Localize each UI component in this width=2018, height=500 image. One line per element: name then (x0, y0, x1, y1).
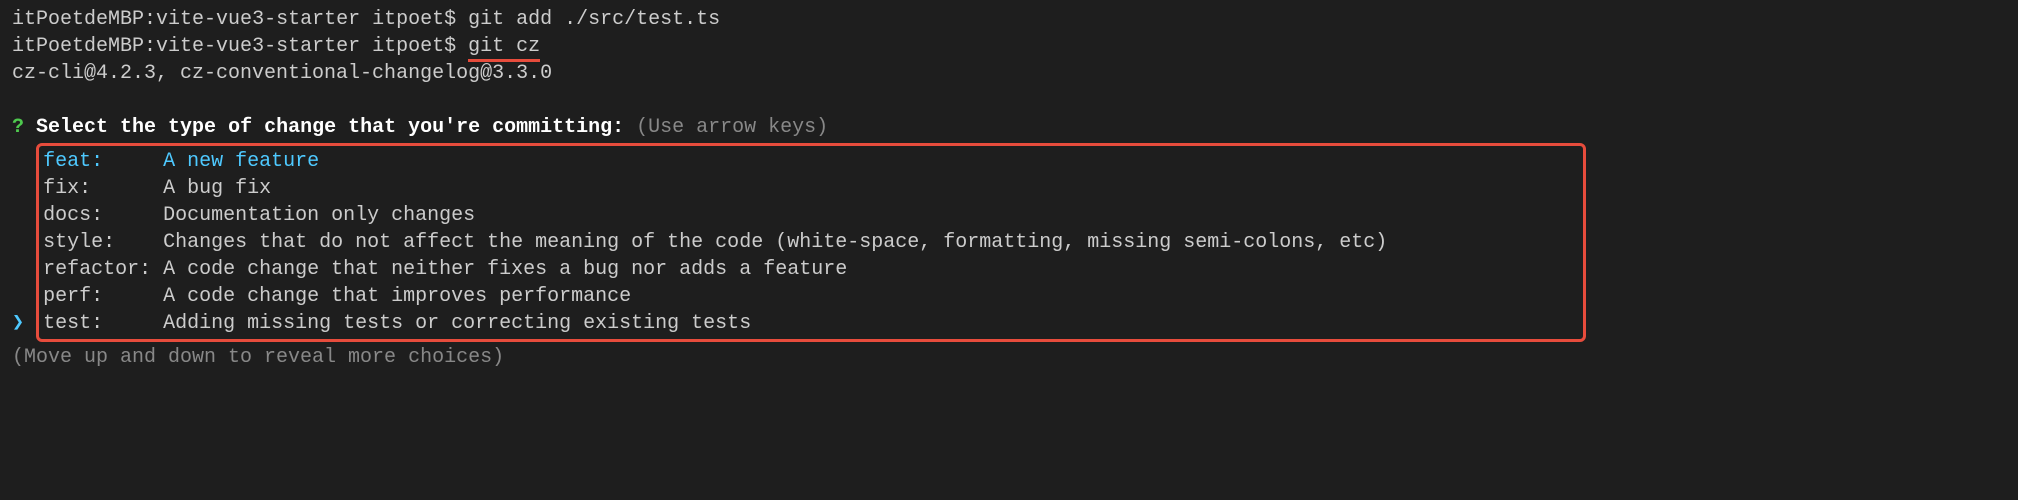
footer-hint: (Move up and down to reveal more choices… (12, 346, 504, 369)
prompt-space (360, 8, 372, 31)
option-desc: A code change that neither fixes a bug n… (163, 258, 847, 281)
prompt-path: vite-vue3-starter (156, 35, 360, 58)
prompt-user: itpoet (372, 8, 444, 31)
terminal-line-1: itPoetdeMBP:vite-vue3-starter itpoet$ gi… (12, 6, 2006, 33)
question-line: ? Select the type of change that you're … (12, 114, 2006, 141)
prompt-host: itPoetdeMBP (12, 8, 144, 31)
option-docs[interactable]: docs: Documentation only changes (43, 202, 1579, 229)
version-text: cz-cli@4.2.3, cz-conventional-changelog@… (12, 62, 552, 85)
option-test[interactable]: test: Adding missing tests or correcting… (43, 310, 1579, 337)
space (24, 312, 36, 335)
command-2: git cz (468, 35, 540, 62)
space (24, 116, 36, 139)
option-label: feat: (43, 150, 163, 173)
terminal-line-2: itPoetdeMBP:vite-vue3-starter itpoet$ gi… (12, 33, 2006, 60)
option-label: docs: (43, 204, 163, 227)
option-refactor[interactable]: refactor: A code change that neither fix… (43, 256, 1579, 283)
option-label: fix: (43, 177, 163, 200)
option-label: test: (43, 312, 163, 335)
selector-arrow-icon: ❯ (12, 312, 24, 335)
option-desc: A code change that improves performance (163, 285, 631, 308)
prompt-separator: : (144, 35, 156, 58)
option-style[interactable]: style: Changes that do not affect the me… (43, 229, 1579, 256)
option-feat[interactable]: feat: A new feature (43, 148, 1579, 175)
prompt-separator: : (144, 8, 156, 31)
option-label: style: (43, 231, 163, 254)
option-desc: A bug fix (163, 177, 271, 200)
question-text: Select the type of change that you're co… (36, 116, 624, 139)
option-desc: Changes that do not affect the meaning o… (163, 231, 1387, 254)
prompt-dollar: $ (444, 8, 468, 31)
space (624, 116, 636, 139)
option-label: perf: (43, 285, 163, 308)
question-mark-icon: ? (12, 116, 24, 139)
prompt-user: itpoet (372, 35, 444, 58)
option-perf[interactable]: perf: A code change that improves perfor… (43, 283, 1579, 310)
command-1: git add ./src/test.ts (468, 8, 720, 31)
version-line: cz-cli@4.2.3, cz-conventional-changelog@… (12, 60, 2006, 87)
prompt-dollar: $ (444, 35, 468, 58)
footer-line: (Move up and down to reveal more choices… (12, 344, 2006, 371)
option-desc: Adding missing tests or correcting exist… (163, 312, 751, 335)
option-label: refactor: (43, 258, 163, 281)
prompt-host: itPoetdeMBP (12, 35, 144, 58)
options-wrapper: ❯ feat: A new feature fix: A bug fix doc… (12, 141, 2006, 344)
option-desc: Documentation only changes (163, 204, 475, 227)
hint-text: (Use arrow keys) (636, 116, 828, 139)
options-highlight-box: feat: A new feature fix: A bug fix docs:… (36, 143, 1586, 342)
blank-line (12, 87, 2006, 114)
option-desc: A new feature (163, 150, 319, 173)
option-fix[interactable]: fix: A bug fix (43, 175, 1579, 202)
prompt-space (360, 35, 372, 58)
prompt-path: vite-vue3-starter (156, 8, 360, 31)
